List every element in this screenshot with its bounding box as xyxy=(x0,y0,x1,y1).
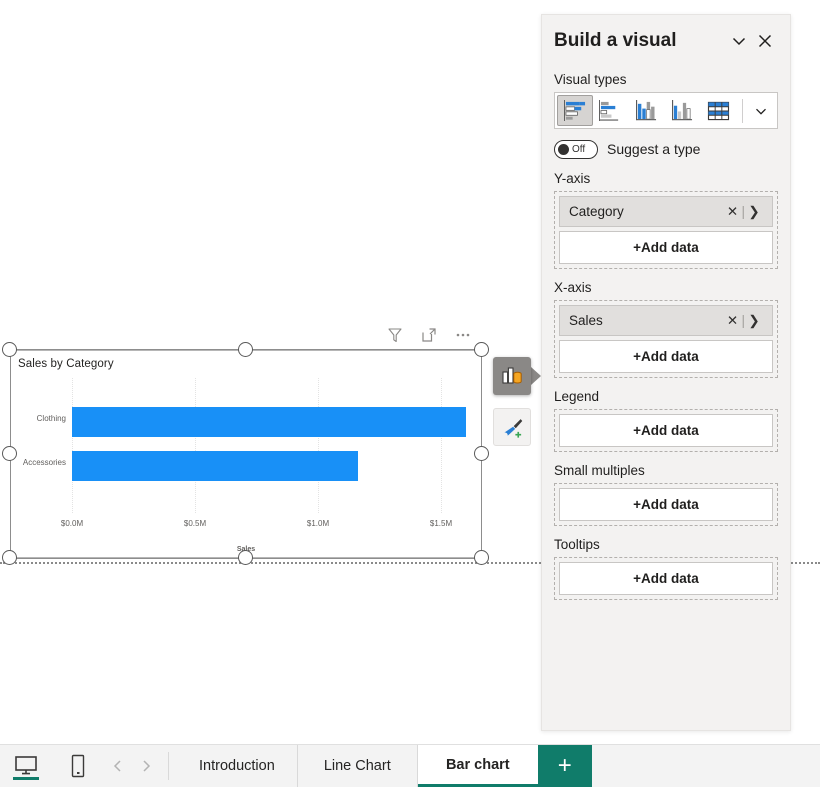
table-visual-icon xyxy=(708,101,730,120)
page-tab-bar[interactable]: Introduction Line Chart Bar chart + xyxy=(0,744,820,787)
resize-handle-bottom-left[interactable] xyxy=(2,550,17,565)
resize-handle-top-center[interactable] xyxy=(238,342,253,357)
close-icon[interactable] xyxy=(752,28,778,54)
bar-accessories[interactable] xyxy=(72,451,358,481)
small-multiples-add-data-button[interactable]: +Add data xyxy=(559,488,773,521)
field-chip-sales[interactable]: Sales ✕ | ❯ xyxy=(559,305,773,336)
small-multiples-well[interactable]: +Add data xyxy=(554,483,778,526)
focus-mode-icon[interactable] xyxy=(418,324,440,346)
visual-type-clustered-column-chart[interactable] xyxy=(665,95,701,126)
category-label: Accessories xyxy=(22,458,66,467)
x-tick-label: $0.5M xyxy=(183,519,207,528)
visual-types-gallery[interactable] xyxy=(554,92,778,129)
resize-handle-middle-left[interactable] xyxy=(2,446,17,461)
next-page-chevron-right-icon[interactable] xyxy=(132,745,160,787)
y-axis-add-data-button[interactable]: +Add data xyxy=(559,231,773,264)
chart-title: Sales by Category xyxy=(18,358,114,370)
resize-handle-bottom-center[interactable] xyxy=(238,550,253,565)
resize-handle-top-left[interactable] xyxy=(2,342,17,357)
x-tick-label: $1.5M xyxy=(429,519,453,528)
resize-handle-middle-right[interactable] xyxy=(474,446,489,461)
visual-type-clustered-bar-chart[interactable] xyxy=(593,95,629,126)
resize-handle-bottom-right[interactable] xyxy=(474,550,489,565)
paintbrush-plus-icon xyxy=(503,418,522,438)
page-tab-bar-chart[interactable]: Bar chart xyxy=(417,745,538,787)
x-tick-label: $1.0M xyxy=(306,519,330,528)
bar-row: Clothing xyxy=(37,400,474,444)
bar-clothing[interactable] xyxy=(72,407,466,437)
build-visual-icon xyxy=(502,367,522,384)
divider xyxy=(168,752,169,780)
filter-icon[interactable] xyxy=(384,324,406,346)
page-title: Build a visual xyxy=(554,30,677,51)
phone-icon xyxy=(71,754,85,778)
more-visual-types-chevron-down-icon[interactable] xyxy=(748,95,775,126)
clustered-bar-chart-icon xyxy=(599,100,619,121)
field-chip-label: Sales xyxy=(569,313,603,328)
chart-plot-area: Clothing Accessories $0.0M $0.5M $1.0M $… xyxy=(23,378,474,528)
clustered-column-chart-icon xyxy=(672,100,693,121)
visual-type-table-visual[interactable] xyxy=(701,95,737,126)
build-a-visual-panel[interactable]: Build a visual Visual types Off Suggest … xyxy=(541,14,791,731)
tooltips-label: Tooltips xyxy=(554,537,600,552)
page-tab-introduction[interactable]: Introduction xyxy=(177,745,298,787)
y-axis-label: Y-axis xyxy=(554,171,591,186)
legend-add-data-button[interactable]: +Add data xyxy=(559,414,773,447)
build-visual-button[interactable] xyxy=(493,357,531,395)
legend-label: Legend xyxy=(554,389,600,404)
category-label: Clothing xyxy=(36,414,66,423)
chevron-right-icon[interactable]: ❯ xyxy=(745,313,763,329)
page-tab-line-chart[interactable]: Line Chart xyxy=(298,745,418,787)
visual-types-label: Visual types xyxy=(554,72,627,87)
close-icon[interactable]: ✕ xyxy=(723,204,741,220)
visual-type-stacked-column-chart[interactable] xyxy=(629,95,665,126)
suggest-a-type-row[interactable]: Off Suggest a type xyxy=(554,138,778,160)
resize-handle-top-right[interactable] xyxy=(474,342,489,357)
visual-type-stacked-bar-chart[interactable] xyxy=(557,95,594,126)
desktop-view-button[interactable] xyxy=(0,745,52,787)
legend-well[interactable]: +Add data xyxy=(554,409,778,452)
stacked-column-chart-icon xyxy=(636,100,657,121)
panel-header: Build a visual xyxy=(554,15,778,61)
bar-chart-visual[interactable]: Sales by Category Clothing Accessories $… xyxy=(2,342,489,565)
active-view-indicator xyxy=(13,777,39,780)
build-button-caret xyxy=(531,367,541,385)
x-axis-well[interactable]: Sales ✕ | ❯ +Add data xyxy=(554,300,778,378)
tooltips-well[interactable]: +Add data xyxy=(554,557,778,600)
more-options-icon[interactable] xyxy=(452,324,474,346)
mobile-view-button[interactable] xyxy=(52,745,104,787)
monitor-icon xyxy=(15,756,37,775)
x-tick-label: $0.0M xyxy=(60,519,84,528)
small-multiples-label: Small multiples xyxy=(554,463,645,478)
toggle-knob xyxy=(558,143,569,155)
bar-row: Accessories xyxy=(23,444,474,488)
close-icon[interactable]: ✕ xyxy=(723,313,741,329)
suggest-a-type-toggle[interactable]: Off xyxy=(554,139,598,159)
field-chip-category[interactable]: Category ✕ | ❯ xyxy=(559,196,773,227)
suggest-a-type-label: Suggest a type xyxy=(607,141,701,157)
stacked-bar-chart-icon xyxy=(563,100,585,121)
divider xyxy=(741,98,743,123)
toggle-state-label: Off xyxy=(572,143,586,155)
chevron-down-icon[interactable] xyxy=(726,28,752,54)
y-axis-well[interactable]: Category ✕ | ❯ +Add data xyxy=(554,191,778,269)
add-page-button[interactable]: + xyxy=(537,745,592,787)
chevron-right-icon[interactable]: ❯ xyxy=(745,204,763,220)
prev-page-chevron-left-icon[interactable] xyxy=(104,745,132,787)
x-axis-add-data-button[interactable]: +Add data xyxy=(559,340,773,373)
x-axis-label: X-axis xyxy=(554,280,592,295)
format-visual-button[interactable] xyxy=(493,408,531,446)
tooltips-add-data-button[interactable]: +Add data xyxy=(559,562,773,595)
field-chip-label: Category xyxy=(569,204,624,219)
